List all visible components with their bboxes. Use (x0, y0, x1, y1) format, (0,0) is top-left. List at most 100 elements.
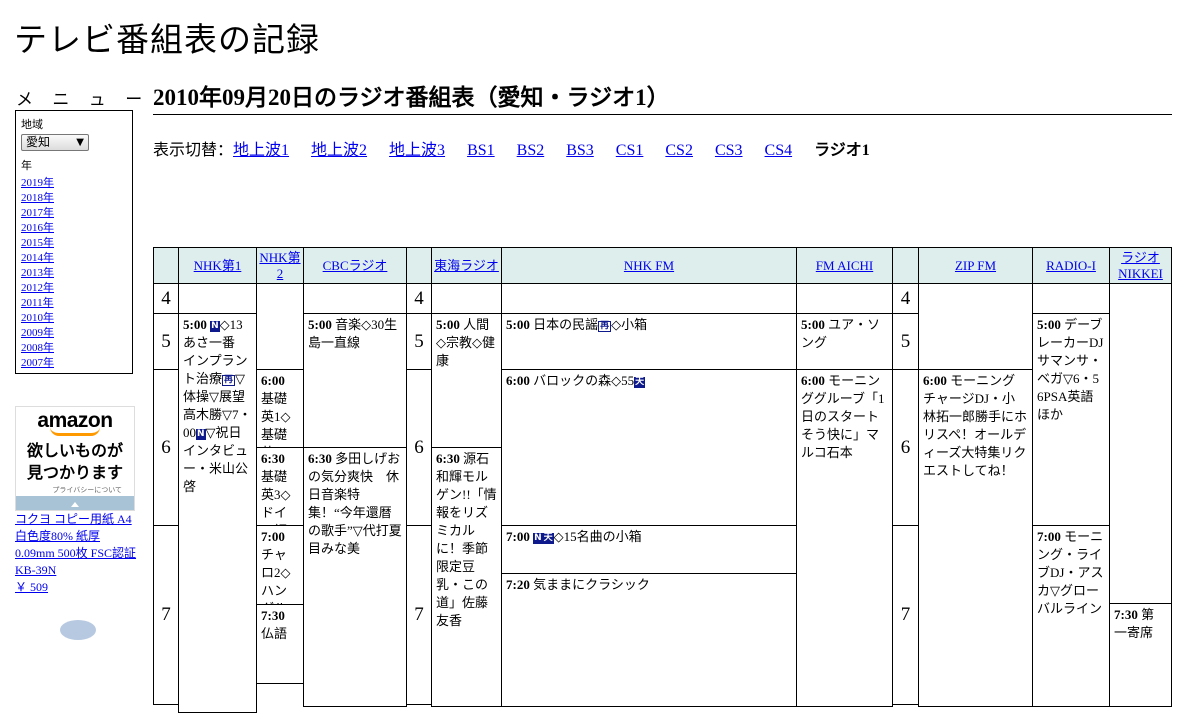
program-empty (501, 283, 797, 314)
channel-header[interactable]: 東海ラジオ (431, 247, 502, 284)
rerun-badge-icon: 再 (222, 375, 236, 386)
year-link-2008[interactable]: 2008年 (21, 342, 54, 354)
program-cell[interactable]: 7:00 N 天◇15名曲の小箱 (501, 525, 797, 574)
channel-link-nhk2[interactable]: NHK第2 (257, 250, 303, 282)
year-link-2015[interactable]: 2015年 (21, 237, 54, 249)
channel-header[interactable]: FM AICHI (796, 247, 893, 284)
program-cell[interactable]: 6:00 モーニングチャージDJ・小林拓一郎勝手にホリスペ！オールディーズ大特集… (918, 369, 1033, 707)
year-link-2018[interactable]: 2018年 (21, 192, 54, 204)
year-link-2009[interactable]: 2009年 (21, 327, 54, 339)
hour-label: 4 (406, 283, 432, 314)
hour-label: 4 (892, 283, 919, 314)
program-cell[interactable]: 7:30 仏語 (256, 604, 304, 684)
news-badge-icon: N (533, 533, 543, 544)
channel-header[interactable]: NHK第1 (178, 247, 257, 284)
switch-link-terrestrial1[interactable]: 地上波1 (233, 142, 289, 159)
channel-link-cbc[interactable]: CBCラジオ (323, 258, 388, 274)
switch-current-radio1: ラジオ1 (814, 142, 870, 159)
year-link-2019[interactable]: 2019年 (21, 177, 54, 189)
channel-link-radioi[interactable]: RADIO-I (1046, 258, 1096, 274)
channel-link-zipfm[interactable]: ZIP FM (955, 258, 996, 274)
program-cell[interactable]: 6:30基礎英3◇ドイツ語 (256, 447, 304, 526)
program-cell[interactable]: 7:20 気ままにクラシック (501, 573, 797, 707)
hour-label: 4 (153, 283, 179, 314)
switch-link-bs2[interactable]: BS2 (517, 142, 545, 159)
channel-header[interactable]: ZIP FM (918, 247, 1033, 284)
weather-badge-icon: 天 (634, 377, 646, 388)
channel-header[interactable]: NHK第2 (256, 247, 304, 284)
year-link-2012[interactable]: 2012年 (21, 282, 54, 294)
switcher-label: 表示切替： (153, 142, 234, 159)
program-cell[interactable]: 6:30 源石和輝モルゲン!!「情報をリズミカルに！季節限定豆乳・この道」佐藤友… (431, 447, 502, 707)
program-empty (178, 283, 257, 314)
year-link-2011[interactable]: 2011年 (21, 297, 54, 309)
program-empty (256, 283, 304, 370)
site-title: テレビ番組表の記録 (14, 20, 320, 59)
amazon-ad[interactable]: amazon 欲しいものが 見つかります プライバシーについて (15, 406, 135, 511)
program-cell[interactable]: 6:00基礎英1◇基礎英2 (256, 369, 304, 448)
year-link-2010[interactable]: 2010年 (21, 312, 54, 324)
program-cell[interactable]: 7:00チャロ2◇ハングル (256, 525, 304, 605)
program-cell[interactable]: 5:00 日本の民謡再 ◇小箱 (501, 313, 797, 370)
year-link-2014[interactable]: 2014年 (21, 252, 54, 264)
channel-link-nikkei[interactable]: ラジオNIKKEI (1110, 250, 1171, 282)
year-link-2016[interactable]: 2016年 (21, 222, 54, 234)
program-cell[interactable]: 7:00 モーニング・ライブDJ・アスカ▽グローバルライン (1032, 525, 1110, 707)
program-cell[interactable]: 6:30 多田しげおの気分爽快 休日音楽特集！“今年還暦の歌手”▽代打夏目みな美 (303, 447, 407, 707)
menu-heading: メ ニ ュ ー (16, 90, 150, 110)
year-link-2013[interactable]: 2013年 (21, 267, 54, 279)
program-empty (918, 283, 1033, 370)
menu-panel: 地域 愛知 ▼ 年 2019年 2018年 2017年 2016年 2015年 … (15, 110, 133, 374)
hour-label: 5 (892, 313, 919, 370)
switch-link-bs1[interactable]: BS1 (467, 142, 495, 159)
channel-link-nhk1[interactable]: NHK第1 (194, 258, 242, 274)
amazon-logo: amazon (37, 409, 113, 432)
channel-link-nhkfm[interactable]: NHK FM (624, 258, 674, 274)
program-cell[interactable]: 5:00 N◇13あさ一番 インプラント治療再 ▽体操▽展望 高木勝▽7・00N▽… (178, 313, 257, 713)
ad-product-price[interactable]: ￥ 509 (15, 580, 48, 594)
program-cell[interactable]: 6:00 バロックの森◇55天 (501, 369, 797, 526)
hour-label: 6 (892, 369, 919, 526)
switch-link-cs2[interactable]: CS2 (665, 142, 693, 159)
channel-header[interactable]: NHK FM (501, 247, 797, 284)
switch-link-terrestrial2[interactable]: 地上波2 (311, 142, 367, 159)
year-link-2007[interactable]: 2007年 (21, 357, 54, 369)
ad-product-link[interactable]: コクヨ コピー用紙 A4 白色度80% 紙厚 0.09mm 500枚 FSC認証… (15, 512, 136, 577)
ad-product[interactable]: コクヨ コピー用紙 A4 白色度80% 紙厚 0.09mm 500枚 FSC認証… (15, 511, 137, 596)
switch-link-terrestrial3[interactable]: 地上波3 (389, 142, 445, 159)
program-empty (431, 283, 502, 314)
channel-header[interactable]: RADIO-I (1032, 247, 1110, 284)
hour-label: 6 (406, 369, 432, 526)
region-select-value: 愛知 (26, 135, 51, 149)
channel-header[interactable]: ラジオNIKKEI (1109, 247, 1172, 284)
year-list: 2019年 2018年 2017年 2016年 2015年 2014年 2013… (21, 176, 132, 371)
switch-link-bs3[interactable]: BS3 (566, 142, 594, 159)
program-cell[interactable]: 5:00 音楽◇30生島一直線 (303, 313, 407, 448)
hour-label: 7 (406, 525, 432, 705)
page-title: 2010年09月20日のラジオ番組表（愛知・ラジオ1） (153, 84, 1172, 115)
program-cell[interactable]: 5:00 人間◇宗教◇健康 (431, 313, 502, 448)
switch-link-cs3[interactable]: CS3 (715, 142, 743, 159)
news-badge-icon: N (210, 321, 220, 332)
program-cell[interactable]: 5:00 ユア・ソング (796, 313, 893, 370)
switch-link-cs1[interactable]: CS1 (616, 142, 644, 159)
channel-link-tokai[interactable]: 東海ラジオ (434, 258, 499, 274)
grid-corner (892, 247, 919, 284)
region-select[interactable]: 愛知 ▼ (21, 134, 89, 151)
program-empty (1032, 283, 1110, 314)
year-link-2017[interactable]: 2017年 (21, 207, 54, 219)
switch-link-cs4[interactable]: CS4 (765, 142, 793, 159)
region-label: 地域 (21, 118, 43, 131)
year-label: 年 (21, 159, 32, 172)
program-cell[interactable]: 7:30 第一寄席 (1109, 603, 1172, 707)
hour-label: 6 (153, 369, 179, 526)
program-cell[interactable]: 5:00 デーブレーカーDJサマンサ・ベガ▽6・56PSA英語ほか (1032, 313, 1110, 526)
program-cell[interactable]: 6:00 モーニンググルーブ「1日のスタートそう快に」マルコ石本 (796, 369, 893, 707)
news-badge-icon: N (196, 429, 206, 440)
channel-header[interactable]: CBCラジオ (303, 247, 407, 284)
grid-corner (153, 247, 179, 284)
ad-privacy-link[interactable]: プライバシーについて (52, 485, 122, 495)
program-empty (1109, 283, 1172, 604)
ad-tagline: 欲しいものが 見つかります (26, 441, 123, 482)
channel-link-fmaichi[interactable]: FM AICHI (816, 258, 873, 274)
